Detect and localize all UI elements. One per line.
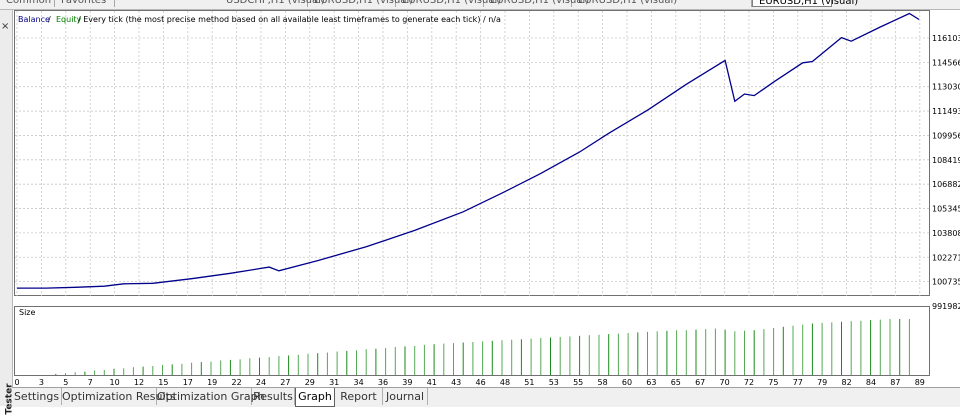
- top-tab-1[interactable]: Favorites: [55, 0, 115, 7]
- tab-optimization-results[interactable]: Optimization Results: [62, 388, 176, 405]
- x-tick-label: 79: [817, 378, 827, 385]
- x-tick-label: 27: [280, 378, 290, 385]
- top-tab-2[interactable]: USDCHF,H1 (visual): [220, 0, 325, 7]
- top-tab-0[interactable]: Common: [0, 0, 55, 7]
- top-tab-5[interactable]: EURUSD,H1 (visual): [484, 0, 589, 7]
- tester-tab-bar: Settings Optimization Results Optimization…: [12, 387, 960, 407]
- x-tick-label: 72: [744, 378, 754, 385]
- legend-sep: /: [48, 15, 51, 24]
- x-tick-label: 12: [134, 378, 144, 385]
- chart-frame: [14, 10, 930, 296]
- top-tab-strip: Common Favorites USDCHF,H1 (visual) EURUSD,…: [0, 0, 960, 10]
- y-tick-label: 1068825: [932, 180, 960, 189]
- x-tick-label: 5: [63, 378, 68, 385]
- y-tick-label: 1038088: [932, 229, 960, 238]
- tab-journal[interactable]: Journal: [383, 388, 428, 405]
- y-tick-label: 1084194: [932, 156, 960, 165]
- y-tick-label: 1022719: [932, 253, 960, 262]
- x-tick-label: 67: [695, 378, 705, 385]
- y-tick-label: 1007350: [932, 278, 960, 287]
- x-axis: 0 3 5 7 10 12 15 17 19 22 24 27 29 31 34 36 39 41 43 46 48 51…: [14, 378, 925, 387]
- x-tick-label: 48: [500, 378, 510, 385]
- x-tick-label: 22: [232, 378, 242, 385]
- y-tick-label: 1053456: [932, 205, 960, 214]
- x-tick-label: 19: [207, 378, 217, 385]
- tester-graph: 1161030114566911303081114931109956310841…: [14, 10, 960, 387]
- x-tick-label: 41: [427, 378, 437, 385]
- x-tick-label: 60: [622, 378, 632, 385]
- top-tab-3[interactable]: EURUSD,H1 (visual): [308, 0, 413, 7]
- x-tick-label: 43: [451, 378, 461, 385]
- y-tick-label: 1114931: [932, 107, 960, 116]
- legend-balance: Balance: [18, 15, 50, 24]
- top-tab-4[interactable]: EURUSD,H1 (visual): [396, 0, 501, 7]
- x-tick-label: 84: [866, 378, 876, 385]
- y-tick-label: 1161030: [932, 34, 960, 43]
- x-tick-label: 31: [329, 378, 339, 385]
- x-tick-label: 7: [88, 378, 93, 385]
- y-tick-label: 1099563: [932, 131, 960, 140]
- x-tick-label: 87: [890, 378, 900, 385]
- x-tick-label: 55: [573, 378, 583, 385]
- balance-chart: 1161030114566911303081114931109956310841…: [14, 10, 960, 387]
- x-tick-label: 10: [110, 378, 120, 385]
- tab-graph[interactable]: Graph: [295, 388, 335, 407]
- x-tick-label: 70: [720, 378, 730, 385]
- top-tab-6[interactable]: EURUSD,H1 (visual): [572, 0, 752, 7]
- x-tick-label: 0: [14, 378, 19, 385]
- legend-description: / Every tick (the most precise method ba…: [78, 15, 501, 24]
- x-tick-label: 77: [793, 378, 803, 385]
- x-tick-label: 82: [842, 378, 852, 385]
- x-tick-label: 65: [671, 378, 681, 385]
- x-tick-label: 17: [183, 378, 193, 385]
- x-tick-label: 15: [158, 378, 168, 385]
- x-tick-label: 29: [305, 378, 315, 385]
- top-tab-7[interactable]: EURUSD,H1 (visual): [752, 0, 858, 7]
- x-tick-label: 51: [524, 378, 534, 385]
- x-tick-label: 75: [768, 378, 778, 385]
- x-tick-label: 36: [378, 378, 388, 385]
- tab-optimization-graph[interactable]: Optimization Graph: [157, 388, 265, 405]
- tab-settings[interactable]: Settings: [12, 388, 62, 405]
- y-tick-label: 991982: [932, 302, 960, 311]
- x-tick-label: 3: [39, 378, 44, 385]
- x-tick-label: 53: [549, 378, 559, 385]
- tab-report[interactable]: Report: [335, 388, 383, 405]
- close-icon[interactable]: ×: [1, 22, 9, 32]
- x-tick-label: 89: [915, 378, 925, 385]
- x-tick-label: 63: [646, 378, 656, 385]
- x-tick-label: 34: [354, 378, 364, 385]
- size-frame: [14, 306, 930, 376]
- y-tick-label: 1130308: [932, 83, 960, 92]
- x-tick-label: 46: [476, 378, 486, 385]
- x-tick-label: 39: [402, 378, 412, 385]
- y-axis: 1161030 1145669 1130308 1114931 1099563 10841…: [932, 34, 960, 311]
- y-tick-label: 1145669: [932, 58, 960, 67]
- size-label: Size: [19, 308, 36, 317]
- tester-side-panel: × Tester: [0, 10, 15, 415]
- x-tick-label: 24: [256, 378, 266, 385]
- x-tick-label: 58: [598, 378, 608, 385]
- tab-results[interactable]: Results: [252, 388, 295, 405]
